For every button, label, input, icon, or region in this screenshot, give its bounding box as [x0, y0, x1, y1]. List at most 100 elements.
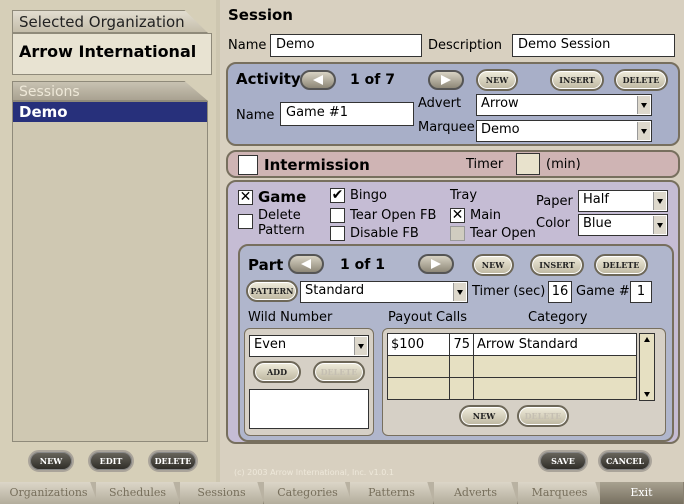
part-prev-button[interactable]	[288, 254, 324, 274]
session-description-input[interactable]: Demo Session	[512, 34, 675, 57]
tear-open-fb-label: Tear Open FB	[350, 208, 437, 223]
bingo-label: Bingo	[350, 188, 387, 203]
chevron-down-icon[interactable]	[637, 96, 650, 114]
pattern-select[interactable]: Standard	[300, 281, 468, 303]
tab-sessions[interactable]: Sessions	[180, 482, 264, 504]
advert-select[interactable]: Arrow	[476, 94, 652, 116]
main-tray-checkbox[interactable]: ✕	[450, 208, 465, 223]
calls-cell[interactable]	[449, 377, 474, 400]
calls-cell[interactable]: 75	[449, 333, 474, 356]
new-session-button[interactable]: NEW	[28, 450, 74, 472]
payout-cell[interactable]: $100	[387, 333, 450, 356]
session-list-item[interactable]: Demo	[13, 102, 207, 122]
game-checkbox[interactable]: ✕	[238, 190, 253, 205]
wild-number-select[interactable]: Even	[249, 335, 369, 357]
activity-new-button[interactable]: NEW	[476, 69, 518, 91]
pattern-button[interactable]: PATTERN	[246, 280, 298, 302]
wild-add-button[interactable]: ADD	[253, 361, 301, 383]
wild-number-label: Wild Number	[248, 310, 333, 325]
payout-scrollbar[interactable]	[639, 333, 655, 401]
chevron-down-icon[interactable]	[354, 337, 367, 355]
activity-name-input[interactable]: Game #1	[280, 102, 414, 126]
tab-exit[interactable]: Exit	[600, 482, 684, 504]
cancel-button[interactable]: CANCEL	[598, 450, 652, 472]
tab-marquees[interactable]: Marquees	[518, 482, 602, 504]
delete-session-button[interactable]: DELETE	[148, 450, 198, 472]
payout-panel: $100 75 Arrow Standard NEW DELETE	[382, 328, 666, 436]
part-panel: Part 1 of 1 NEW INSERT DELETE PATTERN St…	[238, 244, 674, 442]
wild-number-list[interactable]	[249, 389, 369, 429]
save-button[interactable]: SAVE	[538, 450, 588, 472]
activity-delete-button[interactable]: DELETE	[614, 69, 668, 91]
part-timer-input[interactable]: 16	[548, 281, 572, 303]
category-cell[interactable]	[473, 355, 637, 378]
chevron-down-icon[interactable]	[637, 122, 650, 140]
selected-organization-header: Selected Organization	[12, 10, 208, 33]
marquee-select[interactable]: Demo	[476, 120, 652, 142]
wild-delete-button[interactable]: DELETE	[313, 361, 365, 383]
part-counter: 1 of 1	[340, 257, 385, 273]
paper-label: Paper	[536, 194, 573, 209]
pattern-value: Standard	[305, 283, 365, 298]
color-label: Color	[536, 216, 570, 231]
intermission-timer-input[interactable]	[516, 153, 540, 175]
activity-counter: 1 of 7	[350, 72, 395, 88]
table-row[interactable]	[387, 377, 637, 400]
calls-cell[interactable]	[449, 355, 474, 378]
tab-schedules[interactable]: Schedules	[96, 482, 180, 504]
sessions-list[interactable]: Demo	[12, 101, 208, 442]
color-select[interactable]: Blue	[578, 214, 668, 236]
intermission-checkbox[interactable]	[238, 155, 258, 175]
payout-cell[interactable]	[387, 377, 450, 400]
advert-value: Arrow	[481, 96, 519, 111]
advert-label: Advert	[418, 96, 462, 111]
payout-new-button[interactable]: NEW	[459, 405, 509, 427]
delete-pattern-checkbox[interactable]	[238, 214, 253, 229]
edit-session-button[interactable]: EDIT	[88, 450, 134, 472]
disable-fb-checkbox[interactable]	[330, 226, 345, 241]
activity-prev-button[interactable]	[300, 70, 336, 90]
activity-insert-button[interactable]: INSERT	[550, 69, 604, 91]
paper-select[interactable]: Half	[578, 190, 668, 212]
left-arrow-icon	[313, 75, 323, 85]
category-header: Category	[528, 310, 588, 325]
table-row[interactable]	[387, 355, 637, 378]
chevron-down-icon[interactable]	[453, 283, 466, 301]
payout-header: Payout	[388, 310, 433, 325]
right-arrow-icon	[431, 259, 441, 269]
tab-organizations[interactable]: Organizations	[0, 482, 98, 504]
session-title: Session	[228, 6, 293, 24]
payout-delete-button[interactable]: DELETE	[517, 405, 569, 427]
chevron-down-icon[interactable]	[653, 192, 666, 210]
tray-label: Tray	[450, 188, 478, 203]
activity-next-button[interactable]	[428, 70, 464, 90]
disable-fb-label: Disable FB	[350, 226, 419, 241]
game-number-input[interactable]: 1	[630, 281, 652, 303]
scroll-down-icon[interactable]	[644, 392, 650, 397]
payout-cell[interactable]	[387, 355, 450, 378]
scroll-up-icon[interactable]	[644, 337, 650, 342]
tear-open-checkbox[interactable]	[450, 226, 465, 241]
marquee-label: Marquee	[418, 120, 475, 135]
intermission-timer-label: Timer	[466, 157, 504, 172]
tab-patterns[interactable]: Patterns	[350, 482, 434, 504]
left-panel: Selected Organization Arrow Internationa…	[0, 0, 216, 482]
tab-adverts[interactable]: Adverts	[434, 482, 518, 504]
payout-table[interactable]: $100 75 Arrow Standard	[387, 333, 637, 400]
part-delete-button[interactable]: DELETE	[594, 254, 648, 276]
intermission-panel: Intermission Timer (min)	[226, 150, 680, 178]
category-cell[interactable]	[473, 377, 637, 400]
part-next-button[interactable]	[418, 254, 454, 274]
tab-categories[interactable]: Categories	[264, 482, 352, 504]
tear-open-fb-checkbox[interactable]	[330, 208, 345, 223]
chevron-down-icon[interactable]	[653, 216, 666, 234]
intermission-unit: (min)	[546, 157, 581, 172]
delete-pattern-label: Delete Pattern	[258, 208, 305, 238]
part-new-button[interactable]: NEW	[472, 254, 514, 276]
part-insert-button[interactable]: INSERT	[530, 254, 584, 276]
bingo-checkbox[interactable]: ✔	[330, 188, 345, 203]
part-timer-label: Timer (sec)	[472, 284, 546, 299]
table-row[interactable]: $100 75 Arrow Standard	[387, 333, 637, 356]
category-cell[interactable]: Arrow Standard	[473, 333, 637, 356]
session-name-input[interactable]: Demo	[270, 34, 422, 57]
